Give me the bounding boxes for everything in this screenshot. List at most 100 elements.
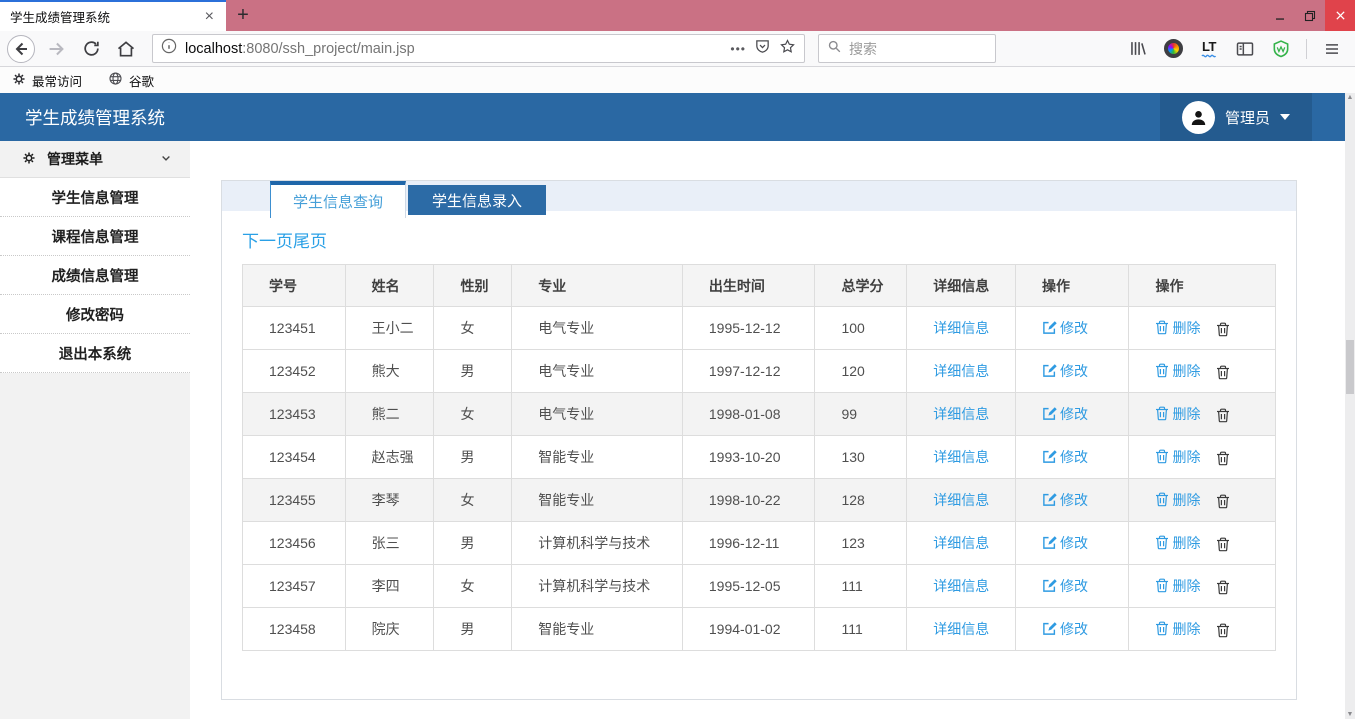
trash-icon[interactable] (1216, 451, 1230, 466)
wappalyzer-icon[interactable] (1268, 36, 1294, 62)
app-header: 学生成绩管理系统 管理员 (0, 93, 1345, 141)
page-actions-icon[interactable]: ••• (730, 42, 746, 56)
cell-name: 熊大 (345, 350, 434, 393)
detail-link[interactable]: 详细信息 (933, 533, 989, 553)
detail-link[interactable]: 详细信息 (933, 361, 989, 381)
cell-name: 王小二 (345, 307, 434, 350)
detail-link[interactable]: 详细信息 (933, 576, 989, 596)
trash-icon[interactable] (1216, 322, 1230, 337)
trash-icon (1155, 406, 1169, 421)
menu-icon[interactable] (1319, 36, 1345, 62)
delete-link[interactable]: 删除 (1155, 490, 1200, 510)
sidebar-menu-header[interactable]: 管理菜单 (0, 141, 190, 178)
sidebar-item[interactable]: 学生信息管理 (0, 178, 190, 217)
table-row: 123457李四女计算机科学与技术1995-12-05111详细信息修改删除 (243, 565, 1276, 608)
bookmark-google[interactable]: 谷歌 (108, 71, 154, 90)
forward-icon[interactable] (41, 34, 71, 64)
cell-detail: 详细信息 (907, 522, 1016, 565)
browser-tab[interactable]: 学生成绩管理系统 × (0, 0, 226, 31)
cell-name: 李琴 (345, 479, 434, 522)
sidebar-item[interactable]: 成绩信息管理 (0, 256, 190, 295)
search-bar[interactable]: 搜索 (818, 34, 996, 63)
cell-major: 电气专业 (512, 307, 683, 350)
cell-credits: 100 (815, 307, 907, 350)
edit-link[interactable]: 修改 (1042, 576, 1088, 596)
search-placeholder: 搜索 (849, 39, 877, 59)
home-icon[interactable] (111, 34, 141, 64)
detail-link[interactable]: 详细信息 (933, 490, 989, 510)
delete-link[interactable]: 删除 (1155, 318, 1200, 338)
trash-icon[interactable] (1216, 408, 1230, 423)
delete-link[interactable]: 删除 (1155, 576, 1200, 596)
sidebar-item[interactable]: 退出本系统 (0, 334, 190, 373)
edit-link[interactable]: 修改 (1042, 361, 1088, 381)
theme-circle-icon[interactable] (1160, 36, 1186, 62)
app-title: 学生成绩管理系统 (0, 105, 165, 130)
cell-name: 赵志强 (345, 436, 434, 479)
url-bar[interactable]: localhost:8080/ssh_project/main.jsp ••• (152, 34, 805, 63)
delete-link[interactable]: 删除 (1155, 533, 1200, 553)
edit-link[interactable]: 修改 (1042, 619, 1088, 639)
trash-icon[interactable] (1216, 623, 1230, 638)
scroll-up-icon[interactable]: ▲ (1345, 94, 1355, 101)
delete-link[interactable]: 删除 (1155, 619, 1200, 639)
delete-link[interactable]: 删除 (1155, 404, 1200, 424)
cell-major: 计算机科学与技术 (512, 565, 683, 608)
library-icon[interactable] (1124, 36, 1150, 62)
detail-link[interactable]: 详细信息 (933, 404, 989, 424)
trash-icon[interactable] (1216, 494, 1230, 509)
pocket-shield-icon[interactable] (754, 38, 771, 60)
cell-birth: 1996-12-11 (682, 522, 815, 565)
tab-0[interactable]: 学生信息查询 (270, 181, 406, 218)
delete-link[interactable]: 删除 (1155, 447, 1200, 467)
window-minimize-button[interactable] (1265, 0, 1295, 31)
cell-name: 熊二 (345, 393, 434, 436)
info-icon[interactable] (161, 38, 177, 59)
scroll-down-icon[interactable]: ▼ (1345, 711, 1355, 718)
languagetool-icon[interactable]: LT (1196, 36, 1222, 62)
detail-link[interactable]: 详细信息 (933, 447, 989, 467)
detail-link[interactable]: 详细信息 (933, 619, 989, 639)
edit-link[interactable]: 修改 (1042, 447, 1088, 467)
detail-link[interactable]: 详细信息 (933, 318, 989, 338)
back-icon[interactable] (6, 34, 36, 64)
cell-name: 张三 (345, 522, 434, 565)
cell-gender: 女 (434, 565, 512, 608)
edit-icon (1042, 621, 1057, 636)
window-restore-button[interactable] (1295, 0, 1325, 31)
table-row: 123454赵志强男智能专业1993-10-20130详细信息修改删除 (243, 436, 1276, 479)
cell-detail: 详细信息 (907, 393, 1016, 436)
column-header: 学号 (243, 265, 346, 307)
trash-icon[interactable] (1216, 537, 1230, 552)
edit-link[interactable]: 修改 (1042, 490, 1088, 510)
sidebar-toggle-icon[interactable] (1232, 36, 1258, 62)
reload-icon[interactable] (76, 34, 106, 64)
tab-1[interactable]: 学生信息录入 (408, 185, 546, 215)
trash-icon[interactable] (1216, 365, 1230, 380)
bookmark-star-icon[interactable] (779, 38, 796, 60)
page-scrollbar[interactable]: ▲ ▼ (1345, 93, 1355, 719)
cell-id: 123457 (243, 565, 346, 608)
pagination-link[interactable]: 下一页 (242, 232, 293, 251)
user-menu[interactable]: 管理员 (1160, 93, 1312, 141)
trash-icon (1155, 492, 1169, 507)
edit-link[interactable]: 修改 (1042, 318, 1088, 338)
tab-close-icon[interactable]: × (201, 8, 218, 26)
cell-id: 123458 (243, 608, 346, 651)
bookmark-most-visited[interactable]: 最常访问 (12, 71, 82, 90)
scrollbar-thumb[interactable] (1346, 340, 1354, 394)
edit-icon (1042, 492, 1057, 507)
cell-gender: 女 (434, 479, 512, 522)
window-close-button[interactable] (1325, 0, 1355, 31)
new-tab-button[interactable]: + (226, 0, 260, 31)
sidebar-menu-items: 学生信息管理课程信息管理成绩信息管理修改密码退出本系统 (0, 178, 190, 373)
edit-link[interactable]: 修改 (1042, 533, 1088, 553)
sidebar-item[interactable]: 课程信息管理 (0, 217, 190, 256)
pagination-link[interactable]: 尾页 (293, 232, 327, 251)
edit-icon (1042, 535, 1057, 550)
delete-link[interactable]: 删除 (1155, 361, 1200, 381)
cell-id: 123453 (243, 393, 346, 436)
trash-icon[interactable] (1216, 580, 1230, 595)
sidebar-item[interactable]: 修改密码 (0, 295, 190, 334)
edit-link[interactable]: 修改 (1042, 404, 1088, 424)
